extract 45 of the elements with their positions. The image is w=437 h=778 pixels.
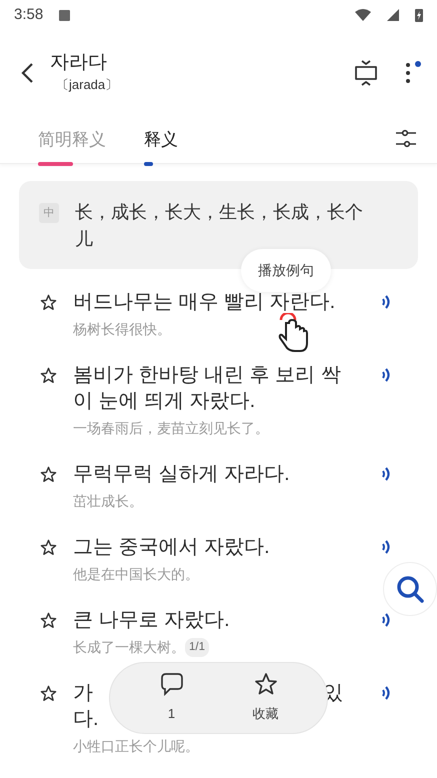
speaker-icon[interactable]: [381, 612, 391, 628]
example-sentence: 무럭무럭 실하게 자라다.: [73, 462, 291, 487]
example-sentence: 그는 중국에서 자랐다.: [73, 535, 271, 560]
example-sentence: 다.: [73, 708, 99, 730]
translation: 杨树长得很快。: [73, 320, 171, 339]
page-counter: 1/1: [185, 638, 209, 658]
example-sentence: 큰 나무로 자랐다.: [73, 608, 231, 633]
hand-cursor-icon: [277, 313, 311, 353]
signal-icon: [387, 9, 399, 21]
translation: 长成了一棵大树。: [73, 638, 185, 657]
star-icon[interactable]: [254, 672, 278, 696]
speaker-icon[interactable]: [381, 367, 391, 383]
speaker-icon[interactable]: [381, 466, 391, 482]
romanization: 〔jarada〕: [56, 76, 118, 94]
language-tag: 中: [39, 203, 59, 223]
translation: 他是在中国长大的。: [73, 565, 199, 584]
star-icon[interactable]: [40, 685, 57, 702]
speaker-icon[interactable]: [381, 294, 391, 310]
wifi-icon: [355, 9, 371, 21]
translation: 一场春雨后，麦苗立刻见长了。: [73, 419, 269, 438]
example-sentence: 봄비가 한바탕 내린 후 보리 싹이 눈에 띄게 자랐다.: [73, 363, 342, 414]
star-icon[interactable]: [40, 539, 57, 556]
tab[interactable]: 释义: [144, 116, 178, 164]
headword: 자라다: [50, 52, 108, 75]
star-icon[interactable]: [40, 466, 57, 483]
example-sentence: 가: [73, 681, 93, 706]
star-icon[interactable]: [40, 294, 57, 311]
translation: 小牲口正长个儿呢。: [73, 737, 199, 756]
status-time: 3:58: [14, 4, 44, 25]
speech-bubble-icon[interactable]: [160, 672, 184, 696]
translation: 茁壮成长。: [73, 492, 143, 511]
star-icon[interactable]: [40, 612, 57, 629]
speaker-icon[interactable]: [381, 685, 391, 701]
search-icon[interactable]: [395, 574, 425, 604]
tv-icon[interactable]: [353, 60, 379, 86]
speaker-icon[interactable]: [381, 539, 391, 555]
comment-button[interactable]: 1: [136, 671, 206, 725]
tooltip: 播放例句: [241, 249, 331, 292]
favorite-button[interactable]: 收藏: [230, 671, 300, 725]
definition-text: 长，成长，长大，生长，长成，长个儿: [75, 201, 364, 251]
battery-icon: [415, 8, 423, 22]
search-button[interactable]: [383, 562, 437, 616]
back-button[interactable]: [20, 61, 34, 85]
example-sentence: 버드나무는 매우 빨리 자란다.: [73, 290, 336, 315]
star-icon[interactable]: [40, 367, 57, 384]
